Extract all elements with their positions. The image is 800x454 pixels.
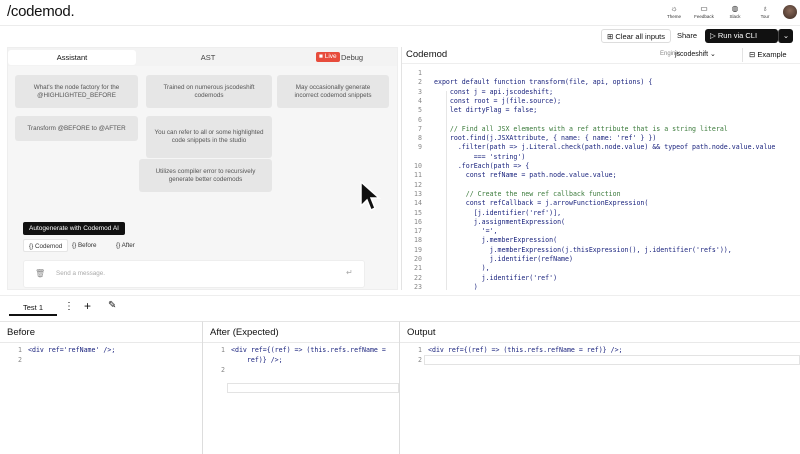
message-input[interactable]: Send a message. [56, 270, 105, 277]
top-bar: /codemod. ☼ Theme ▭ Feedback ◍ Slack ♁ Tour [0, 0, 800, 26]
example-button[interactable]: ⊟ Example [742, 48, 787, 62]
context-chips: {} Codemod {} Before {} After [23, 238, 363, 253]
suggestion-card[interactable]: Utilizes compiler error to recursively g… [139, 159, 272, 192]
tour-label: Tour [760, 14, 770, 19]
after-editor[interactable]: 1 <div ref={(ref) => (this.refs.refName =… [203, 342, 399, 454]
codemod-panel: Codemod Engine: jscodeshift ⌄ ⊟ Example … [401, 47, 800, 290]
mouse-pointer-icon [360, 180, 381, 212]
suggestion-card[interactable]: May occasionally generate incorrect code… [277, 75, 389, 108]
after-pane: After (Expected) 1 <div ref={(ref) => (th… [202, 321, 399, 454]
line-text: <div ref={(ref) => (this.refs.refName = [231, 346, 386, 354]
slack-link[interactable]: ◍ Slack [722, 4, 748, 19]
active-line [424, 355, 800, 365]
share-button[interactable]: Share [672, 29, 702, 43]
chip-codemod[interactable]: {} Codemod [23, 239, 69, 252]
live-label: Live [324, 53, 337, 60]
clear-all-inputs-button[interactable]: ⊞ Clear all inputs [601, 29, 671, 43]
feedback-icon: ▭ [700, 4, 708, 13]
example-label: Example [757, 50, 787, 59]
clear-icon: ⊞ [607, 32, 614, 41]
after-title: After (Expected) [210, 327, 279, 338]
line-number: 2 [418, 356, 422, 364]
assistant-panel: Assistant AST ■ Live Debug What's the no… [7, 47, 398, 290]
output-editor[interactable]: 1 <div ref={(ref) => (this.refs.refName =… [400, 342, 800, 454]
output-title: Output [407, 327, 436, 338]
before-editor[interactable]: 1 <div ref='refName' />; 2 [0, 342, 202, 454]
line-number: 9 [418, 143, 422, 152]
line-number: 1 [221, 346, 225, 354]
magic-wand-icon[interactable]: ✎ [108, 300, 116, 311]
line-number: 23 [414, 282, 422, 290]
codemod-logo[interactable]: /codemod. [7, 3, 75, 20]
theme-label: Theme [666, 14, 681, 19]
line-number: 1 [18, 346, 22, 354]
tab-ast[interactable]: AST [144, 50, 272, 65]
example-icon: ⊟ [749, 50, 756, 59]
feedback-label: Feedback [694, 14, 714, 19]
tab-debug[interactable]: Debug [341, 50, 366, 65]
slack-label: Slack [729, 14, 741, 19]
line-text: let dirtyFlag = false; [434, 106, 538, 115]
line-number: 1 [418, 346, 422, 354]
suggestion-card[interactable]: What's the node factory for the @HIGHLIG… [15, 75, 138, 108]
tab-assistant[interactable]: Assistant [8, 50, 136, 65]
bulb-icon: ♁ [762, 4, 768, 13]
before-pane: Before 1 <div ref='refName' />; 2 [0, 321, 202, 454]
live-badge[interactable]: ■ Live [316, 52, 340, 62]
globe-icon: ◍ [731, 4, 739, 13]
suggestion-card[interactable]: You can refer to all or some highlighted… [146, 116, 272, 158]
line-text: <div ref='refName' />; [28, 346, 116, 354]
line-text: ref)} />; [231, 356, 283, 364]
run-label: Run via CLI [717, 31, 758, 40]
suggestion-card[interactable]: Transform @BEFORE to @AFTER [15, 116, 138, 141]
theme-toggle[interactable]: ☼ Theme [661, 4, 687, 19]
run-dropdown-button[interactable]: ⌄ [778, 29, 793, 43]
action-bar: ⊞ Clear all inputs Share ▷ Run via CLI ⌄ [0, 27, 800, 45]
autogenerate-button[interactable]: Autogenerate with Codemod AI [23, 222, 125, 235]
chip-before[interactable]: {} Before [67, 239, 102, 252]
output-pane: Output 1 <div ref={(ref) => (this.refs.re… [399, 321, 800, 454]
play-icon: ▷ [710, 31, 716, 40]
line-text: <div ref={(ref) => (this.refs.refName = … [428, 346, 623, 354]
test-bar: Test 1 ⋮ + ✎ [0, 295, 800, 319]
line-text: ) [434, 282, 478, 290]
clear-label: Clear all inputs [615, 32, 665, 41]
avatar[interactable] [783, 5, 797, 19]
trash-icon[interactable]: 🗑 [35, 269, 45, 278]
chip-after[interactable]: {} After [111, 239, 140, 252]
before-title: Before [7, 327, 35, 338]
add-test-icon[interactable]: + [84, 299, 91, 313]
send-icon[interactable]: ↵ [346, 268, 353, 277]
tab-test-1[interactable]: Test 1 [9, 300, 57, 316]
more-options-icon[interactable]: ⋮ [64, 301, 74, 312]
chevron-down-icon: ⌄ [782, 31, 790, 40]
feedback-button[interactable]: ▭ Feedback [691, 4, 717, 19]
sun-icon: ☼ [670, 4, 678, 13]
active-line [227, 383, 399, 393]
line-number: 2 [221, 366, 225, 374]
left-tabs: Assistant AST ■ Live Debug [8, 48, 397, 66]
tour-button[interactable]: ♁ Tour [752, 4, 778, 19]
suggestion-card[interactable]: Trained on numerous jscodeshift codemods [146, 75, 272, 108]
run-via-cli-button[interactable]: ▷ Run via CLI [705, 29, 778, 43]
line-number: 2 [18, 356, 22, 364]
engine-select[interactable]: jscodeshift ⌄ [675, 50, 716, 58]
codemod-editor[interactable]: 1 2 export default function transform(file… [402, 63, 800, 290]
line-text: const refName = path.node.value.value; [434, 171, 617, 180]
codemod-title: Codemod [406, 49, 448, 60]
message-box: 🗑 Send a message. ↵ [23, 260, 365, 288]
